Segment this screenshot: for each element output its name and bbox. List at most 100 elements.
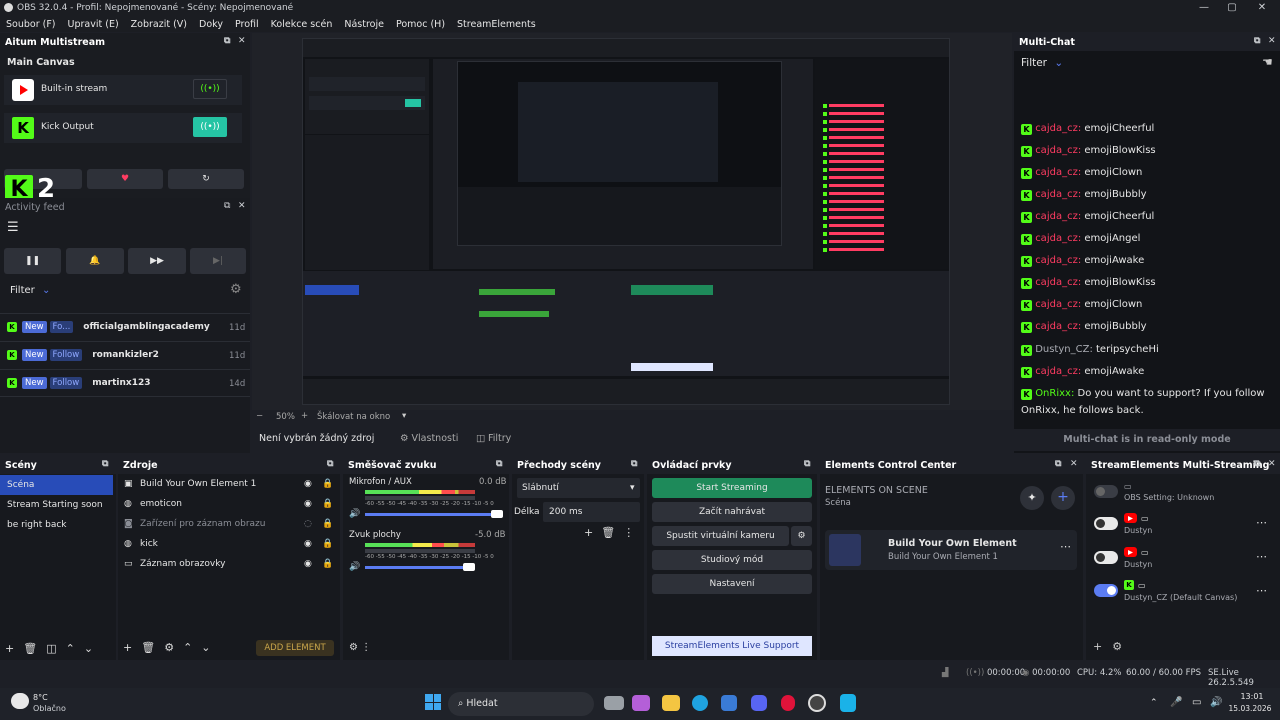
stream-toggle[interactable]	[1094, 517, 1118, 533]
source-item[interactable]: ▣ Build Your Own Element 1 ◉ 🔒	[118, 474, 340, 494]
settings-button[interactable]: Nastavení	[652, 574, 812, 594]
scene-item[interactable]: Stream Starting soon	[0, 495, 113, 515]
eye-icon[interactable]: ◉	[304, 499, 312, 509]
eye-icon[interactable]: ◉	[304, 539, 312, 549]
add-icon[interactable]: +	[5, 642, 14, 655]
transition-select[interactable]: Slábnutí ▾	[517, 478, 640, 498]
float-icon[interactable]: ⧉	[631, 459, 637, 469]
menu-streamelements[interactable]: StreamElements	[451, 19, 542, 30]
menu-tools[interactable]: Nástroje	[338, 19, 390, 30]
clock-date[interactable]: 15.03.2026	[1224, 704, 1276, 713]
add-icon[interactable]: +	[584, 526, 593, 539]
hamburger-menu-icon[interactable]: ☰	[7, 220, 19, 235]
properties-button[interactable]: ⚙ Vlastnosti	[400, 433, 458, 444]
trash-icon[interactable]: 🗑	[141, 641, 155, 654]
source-item[interactable]: ◍ emoticon ◉ 🔒	[118, 494, 340, 514]
source-item[interactable]: ◍ kick ◉ 🔒	[118, 534, 340, 554]
trash-icon[interactable]: 🗑	[601, 526, 615, 539]
volume-slider-handle[interactable]	[463, 563, 475, 571]
gear-icon[interactable]: ⚙	[230, 282, 242, 297]
scene-item[interactable]: Scéna	[0, 475, 113, 495]
scale-mode[interactable]: Škálovat na okno	[317, 412, 390, 422]
float-icon[interactable]: ⧉	[224, 36, 230, 46]
lock-icon[interactable]: 🔒	[322, 539, 333, 549]
add-element-icon[interactable]: +	[1051, 486, 1075, 510]
more-icon[interactable]: ⋮	[623, 526, 634, 539]
list-item[interactable]: K New Fo... officialgamblingacademy 11d	[0, 313, 250, 341]
more-icon[interactable]: ⋯	[1060, 540, 1071, 553]
tray-chevron-icon[interactable]: ⌃	[1150, 698, 1158, 708]
float-icon[interactable]: ⧉	[496, 459, 502, 469]
more-icon[interactable]: ⋯	[1256, 516, 1267, 529]
close-icon[interactable]: ✕	[1268, 459, 1276, 469]
more-icon[interactable]: ⋯	[1256, 550, 1267, 563]
gear-icon[interactable]: ⚙	[1112, 640, 1122, 653]
stream-toggle[interactable]	[1094, 584, 1118, 600]
element-card[interactable]: Build Your Own Element Build Your Own El…	[825, 530, 1077, 570]
store-icon[interactable]	[721, 695, 737, 711]
copilot-icon[interactable]	[632, 695, 650, 711]
zoom-in-button[interactable]: +	[301, 411, 308, 421]
filters-button[interactable]: ◫ Filtry	[476, 433, 511, 444]
studio-mode-button[interactable]: Studiový mód	[652, 550, 812, 570]
menu-edit[interactable]: Upravit (E)	[62, 19, 125, 30]
gear-icon[interactable]: ⚙	[164, 641, 174, 654]
filter-icon[interactable]: ◫	[46, 642, 56, 655]
scale-dropdown-icon[interactable]: ▾	[402, 411, 406, 421]
add-icon[interactable]: +	[123, 641, 132, 654]
menu-file[interactable]: Soubor (F)	[0, 19, 62, 30]
add-element-button[interactable]: ADD ELEMENT	[256, 640, 334, 656]
weather-icon[interactable]	[11, 693, 29, 709]
down-icon[interactable]: ⌄	[201, 641, 210, 654]
up-icon[interactable]: ⌃	[66, 642, 75, 655]
filter-dropdown[interactable]: Filter ⌄	[1021, 57, 1063, 69]
down-icon[interactable]: ⌄	[84, 642, 93, 655]
source-item[interactable]: ◙ Zařízení pro záznam obrazu ◌ 🔒	[118, 514, 340, 534]
volume-icon[interactable]: 🔊	[349, 509, 360, 519]
float-icon[interactable]: ⧉	[1254, 459, 1260, 469]
list-item[interactable]: K New Follow martinx123 14d	[0, 369, 250, 397]
volume-slider[interactable]	[365, 513, 503, 516]
duration-input[interactable]: 200 ms	[543, 502, 640, 522]
lock-icon[interactable]: 🔒	[322, 559, 333, 569]
edge-icon[interactable]	[692, 695, 708, 711]
trash-icon[interactable]: 🗑	[23, 642, 37, 655]
stream-toggle[interactable]	[1094, 551, 1118, 567]
refresh-button[interactable]: ↻	[168, 169, 244, 189]
float-icon[interactable]: ⧉	[1254, 36, 1260, 46]
heart-button[interactable]: ♥	[87, 169, 163, 189]
volume-tray-icon[interactable]: 🔊	[1210, 697, 1222, 708]
skip-end-button[interactable]: ▶|	[190, 248, 246, 274]
lock-icon[interactable]: 🔒	[322, 499, 333, 509]
close-icon[interactable]: ✕	[1268, 36, 1276, 46]
zoom-out-button[interactable]: −	[256, 411, 263, 421]
lock-icon[interactable]: 🔒	[322, 479, 333, 489]
float-icon[interactable]: ⧉	[224, 201, 230, 211]
close-icon[interactable]: ✕	[238, 201, 246, 211]
task-view-icon[interactable]	[604, 696, 624, 710]
float-icon[interactable]: ⧉	[102, 459, 108, 469]
minimize-button[interactable]: —	[1192, 0, 1216, 16]
add-icon[interactable]: +	[1093, 640, 1102, 653]
vcam-settings-icon[interactable]: ⚙	[791, 526, 812, 546]
magic-icon[interactable]: ✦	[1020, 486, 1044, 510]
menu-docks[interactable]: Doky	[193, 19, 229, 30]
stream-toggle[interactable]	[1094, 485, 1118, 501]
microphone-icon[interactable]: 🎤	[1170, 697, 1182, 708]
virtual-camera-button[interactable]: Spustit virtuální kameru	[652, 526, 789, 546]
start-recording-button[interactable]: Začít nahrávat	[652, 502, 812, 522]
taskbar-search[interactable]: ⌕ Hledat	[448, 692, 594, 716]
opera-icon[interactable]	[781, 695, 795, 711]
menu-view[interactable]: Zobrazit (V)	[125, 19, 193, 30]
float-icon[interactable]: ⧉	[327, 459, 333, 469]
float-icon[interactable]: ⧉	[804, 459, 810, 469]
maximize-button[interactable]: ▢	[1220, 0, 1244, 16]
close-button[interactable]: ✕	[1250, 0, 1274, 16]
mixer-settings-icon[interactable]: ⚙ ⋮	[349, 642, 371, 653]
eye-icon[interactable]: ◉	[304, 479, 312, 489]
pause-button[interactable]: ❚❚	[4, 248, 61, 274]
menu-help[interactable]: Pomoc (H)	[390, 19, 451, 30]
more-icon[interactable]: ⋯	[1256, 584, 1267, 597]
discord-icon[interactable]	[751, 695, 767, 711]
network-icon[interactable]: ▭	[1192, 697, 1201, 708]
